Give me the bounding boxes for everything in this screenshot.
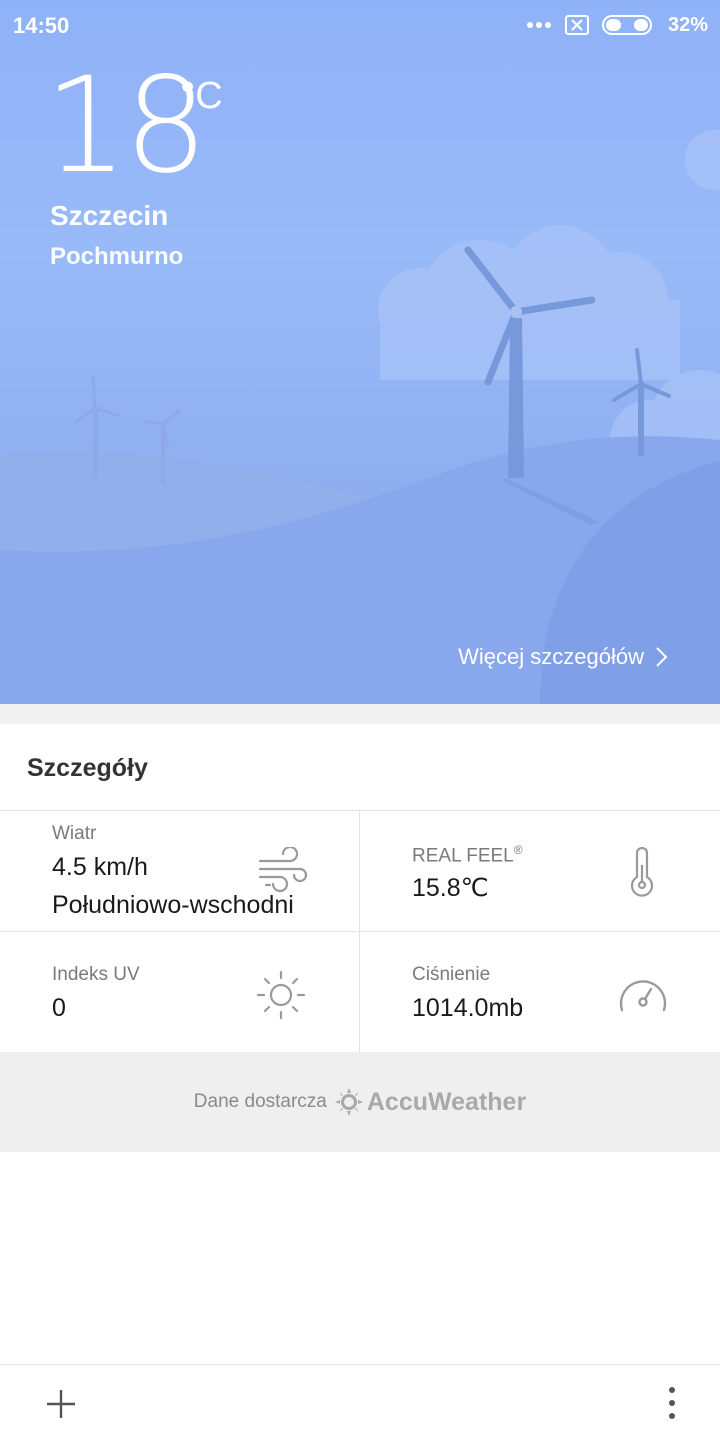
- thermometer-icon: [630, 847, 654, 897]
- wind-speed: 4.5 km/h: [52, 853, 148, 881]
- no-sim-icon: [564, 15, 589, 35]
- accuweather-logo[interactable]: AccuWeather: [334, 1087, 527, 1117]
- uv-index-cell: Indeks UV 0: [0, 932, 360, 1053]
- city-name: Szczecin: [50, 200, 169, 231]
- status-time: 14:50: [13, 13, 70, 38]
- credit-text: Dane dostarcza: [193, 1091, 327, 1112]
- wind-label: Wiatr: [52, 823, 97, 844]
- pressure-cell: Ciśnienie 1014.0mb: [360, 932, 720, 1053]
- details-grid: Wiatr 4.5 km/h Południowo-wschodni REAL …: [0, 810, 720, 1053]
- more-details-link[interactable]: Więcej szczegółów: [458, 644, 668, 670]
- status-icons: 32%: [526, 11, 708, 39]
- sun-icon: [256, 970, 306, 1020]
- gauge-icon: [619, 980, 667, 1012]
- data-provider-credit: Dane dostarcza AccuWeather: [0, 1052, 720, 1152]
- more-notifications-icon: [526, 22, 551, 28]
- real-feel-value: 15.8℃: [412, 874, 489, 902]
- weather-hero: 14:50 32% 18 °C Szczecin Pochmurno Więce…: [0, 0, 720, 704]
- accuweather-sun-icon: [334, 1088, 363, 1116]
- chevron-right-icon: [656, 647, 668, 667]
- more-vertical-icon[interactable]: [660, 1385, 684, 1421]
- more-details-label: Więcej szczegółów: [458, 644, 644, 669]
- pressure-value: 1014.0mb: [412, 994, 524, 1022]
- wind-cell: Wiatr 4.5 km/h Południowo-wschodni: [0, 811, 360, 932]
- weather-condition: Pochmurno: [50, 243, 184, 270]
- wind-icon: [258, 847, 308, 893]
- uv-value: 0: [52, 994, 66, 1022]
- real-feel-label: REAL FEEL: [412, 845, 514, 867]
- uv-label: Indeks UV: [52, 964, 140, 985]
- battery-icon: [601, 15, 652, 35]
- temperature-unit: °C: [180, 75, 223, 117]
- bottom-bar: [0, 1364, 720, 1440]
- status-bar: 14:50 32%: [0, 0, 720, 50]
- details-title: Szczegóły: [27, 754, 148, 782]
- real-feel-cell: REAL FEEL® 15.8℃: [360, 811, 720, 932]
- section-divider: [0, 704, 720, 724]
- accuweather-wordmark: AccuWeather: [366, 1087, 527, 1116]
- registered-mark: ®: [513, 843, 523, 857]
- battery-percent: 32%: [667, 13, 708, 36]
- real-feel-label-wrap: REAL FEEL®: [412, 843, 523, 867]
- plus-icon[interactable]: [44, 1387, 78, 1421]
- pressure-label: Ciśnienie: [412, 964, 491, 985]
